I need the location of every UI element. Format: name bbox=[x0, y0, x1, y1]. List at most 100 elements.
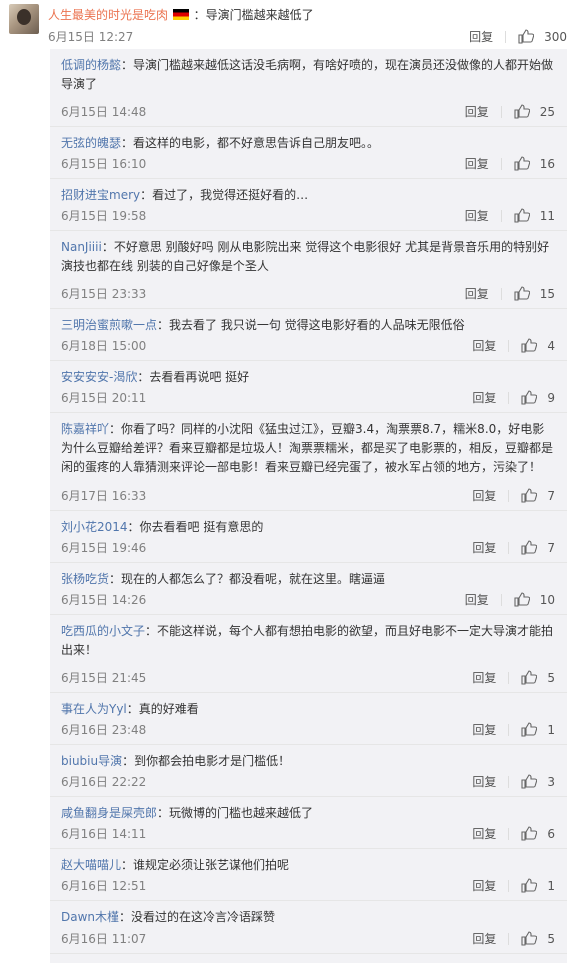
divider bbox=[508, 391, 510, 404]
reply-time: 6月16日 22:22 bbox=[61, 775, 147, 789]
divider bbox=[508, 489, 510, 502]
reply-username[interactable]: 三明治蜜煎嗽一点 bbox=[61, 318, 157, 332]
like-icon[interactable] bbox=[514, 104, 530, 119]
like-icon[interactable] bbox=[518, 29, 535, 44]
reply-actions: 回复 3 bbox=[472, 773, 555, 790]
reply-username[interactable]: 招财进宝mery bbox=[61, 188, 140, 202]
reply-username[interactable]: 吃西瓜的小文子 bbox=[61, 624, 145, 638]
reply-actions: 回复 15 bbox=[465, 285, 555, 302]
divider bbox=[500, 157, 502, 170]
like-icon[interactable] bbox=[521, 338, 538, 353]
reply-list: 低调的杨懿：导演门槛越来越低这话没毛病啊，有啥好喷的，现在演员还没做像的人都开始… bbox=[50, 49, 567, 963]
reply-item: 无弦的魄瑟：看这样的电影，都不好意思告诉自己朋友吧。。 6月15日 16:10 回复… bbox=[50, 127, 567, 179]
reply-button[interactable]: 回复 bbox=[472, 669, 496, 686]
reply-button[interactable]: 回复 bbox=[472, 539, 496, 556]
reply-item: NanJiiii：不好意思 别酸好吗 刚从电影院出来 觉得这个电影很好 尤其是背… bbox=[50, 231, 567, 309]
reply-actions: 回复 7 bbox=[472, 487, 555, 504]
reply-text: ：真的好难看 bbox=[126, 702, 199, 716]
reply-username[interactable]: 低调的杨懿 bbox=[61, 58, 121, 72]
divider bbox=[508, 671, 510, 684]
reply-text: ：你去看看吧 挺有意思的 bbox=[127, 520, 264, 534]
reply-username[interactable]: 无弦的魄瑟 bbox=[61, 136, 121, 150]
reply-button[interactable]: 回复 bbox=[465, 207, 489, 224]
reply-username[interactable]: 安安安安-渴欣 bbox=[61, 370, 137, 384]
reply-button[interactable]: 回复 bbox=[469, 28, 493, 45]
like-count: 5 bbox=[547, 931, 555, 946]
reply-button[interactable]: 回复 bbox=[472, 773, 496, 790]
divider bbox=[508, 541, 510, 554]
like-icon[interactable] bbox=[521, 931, 538, 946]
like-icon[interactable] bbox=[514, 208, 530, 223]
reply-actions: 回复 5 bbox=[472, 930, 555, 947]
reply-username[interactable]: 咸鱼翻身是屎壳郎 bbox=[61, 806, 157, 820]
like-count: 15 bbox=[539, 286, 555, 301]
like-icon[interactable] bbox=[521, 670, 538, 685]
like-icon[interactable] bbox=[521, 540, 538, 555]
reply-username[interactable]: 陈嘉祥吖 bbox=[61, 422, 109, 436]
reply-item: 赵大喵喵儿：谁规定必须让张艺谋他们拍呢 6月16日 12:51 回复 1 bbox=[50, 849, 567, 901]
reply-text: ：现在的人都怎么了？都没看呢，就在这里。瞎逼逼 bbox=[109, 572, 386, 586]
reply-button[interactable]: 回复 bbox=[465, 155, 489, 172]
divider bbox=[500, 209, 502, 222]
reply-username[interactable]: 赵大喵喵儿 bbox=[61, 858, 121, 872]
like-icon[interactable] bbox=[521, 390, 538, 405]
reply-time: 6月15日 19:58 bbox=[61, 209, 147, 223]
divider bbox=[508, 827, 510, 840]
divider bbox=[500, 287, 502, 300]
reply-item: 三明治蜜煎嗽一点：我去看了 我只说一句 觉得这电影好看的人品味无限低俗 6月18日… bbox=[50, 309, 567, 361]
like-icon[interactable] bbox=[514, 592, 530, 607]
reply-text: ：不好意思 别酸好吗 刚从电影院出来 觉得这个电影很好 尤其是背景音乐用的特别好… bbox=[61, 240, 550, 273]
reply-actions: 回复 1 bbox=[472, 877, 555, 894]
reply-username[interactable]: 事在人为Yyl bbox=[61, 702, 127, 716]
like-count: 25 bbox=[539, 104, 555, 119]
divider bbox=[508, 339, 510, 352]
reply-button[interactable]: 回复 bbox=[472, 825, 496, 842]
like-count: 1 bbox=[547, 878, 555, 893]
reply-time: 6月15日 16:10 bbox=[61, 157, 147, 171]
like-icon[interactable] bbox=[521, 722, 538, 737]
comment-username[interactable]: 人生最美的时光是吃肉 bbox=[48, 8, 168, 22]
reply-button[interactable]: 回复 bbox=[465, 103, 489, 120]
like-count: 5 bbox=[547, 670, 555, 685]
reply-item: 刘小花2014：你去看看吧 挺有意思的 6月15日 19:46 回复 7 bbox=[50, 511, 567, 563]
reply-text: ：看这样的电影，都不好意思告诉自己朋友吧。。 bbox=[121, 136, 380, 150]
reply-text: ：你看了吗？同样的小沈阳《猛虫过江》，豆瓣3.4，淘票票8.7，糯米8.0，好电… bbox=[61, 422, 554, 474]
reply-username[interactable]: 张杨吃货 bbox=[61, 572, 109, 586]
reply-time: 6月15日 23:33 bbox=[61, 287, 147, 301]
like-icon[interactable] bbox=[521, 826, 538, 841]
reply-time: 6月17日 16:33 bbox=[61, 489, 147, 503]
reply-text: ：我去看了 我只说一句 觉得这电影好看的人品味无限低俗 bbox=[157, 318, 465, 332]
reply-username[interactable]: Dawn木槿 bbox=[61, 910, 119, 924]
like-icon[interactable] bbox=[521, 488, 538, 503]
reply-button[interactable]: 回复 bbox=[472, 930, 496, 947]
like-count: 9 bbox=[547, 390, 555, 405]
reply-button[interactable]: 回复 bbox=[472, 877, 496, 894]
reply-actions: 回复 9 bbox=[472, 389, 555, 406]
like-icon[interactable] bbox=[521, 774, 538, 789]
reply-text: ：到你都会拍电影才是门槛低！ bbox=[122, 754, 291, 768]
avatar[interactable] bbox=[9, 4, 39, 34]
reply-button[interactable]: 回复 bbox=[465, 285, 489, 302]
reply-username[interactable]: biubiu导演 bbox=[61, 754, 122, 768]
reply-item: 安安安安-渴欣：去看看再说吧 挺好 6月15日 20:11 回复 9 bbox=[50, 361, 567, 413]
like-icon[interactable] bbox=[514, 156, 530, 171]
reply-button[interactable]: 回复 bbox=[472, 389, 496, 406]
reply-button[interactable]: 回复 bbox=[472, 337, 496, 354]
reply-button[interactable]: 回复 bbox=[465, 591, 489, 608]
reply-username[interactable]: NanJiiii bbox=[61, 240, 102, 254]
reply-actions: 回复 16 bbox=[465, 155, 555, 172]
comment-time: 6月15日 12:27 bbox=[48, 30, 134, 44]
divider bbox=[508, 723, 510, 736]
like-icon[interactable] bbox=[521, 878, 538, 893]
reply-button[interactable]: 回复 bbox=[472, 487, 496, 504]
comment-text: ：导演门槛越来越低了 bbox=[193, 8, 314, 22]
like-count: 11 bbox=[539, 208, 555, 223]
comment-actions: 回复 300 bbox=[469, 28, 567, 45]
reply-time: 6月15日 21:45 bbox=[61, 671, 147, 685]
reply-button[interactable]: 回复 bbox=[472, 721, 496, 738]
reply-time: 6月15日 19:46 bbox=[61, 541, 147, 555]
reply-actions: 回复 25 bbox=[465, 103, 555, 120]
like-icon[interactable] bbox=[514, 286, 530, 301]
reply-username[interactable]: 刘小花2014 bbox=[61, 520, 128, 534]
germany-flag-icon bbox=[172, 9, 189, 20]
